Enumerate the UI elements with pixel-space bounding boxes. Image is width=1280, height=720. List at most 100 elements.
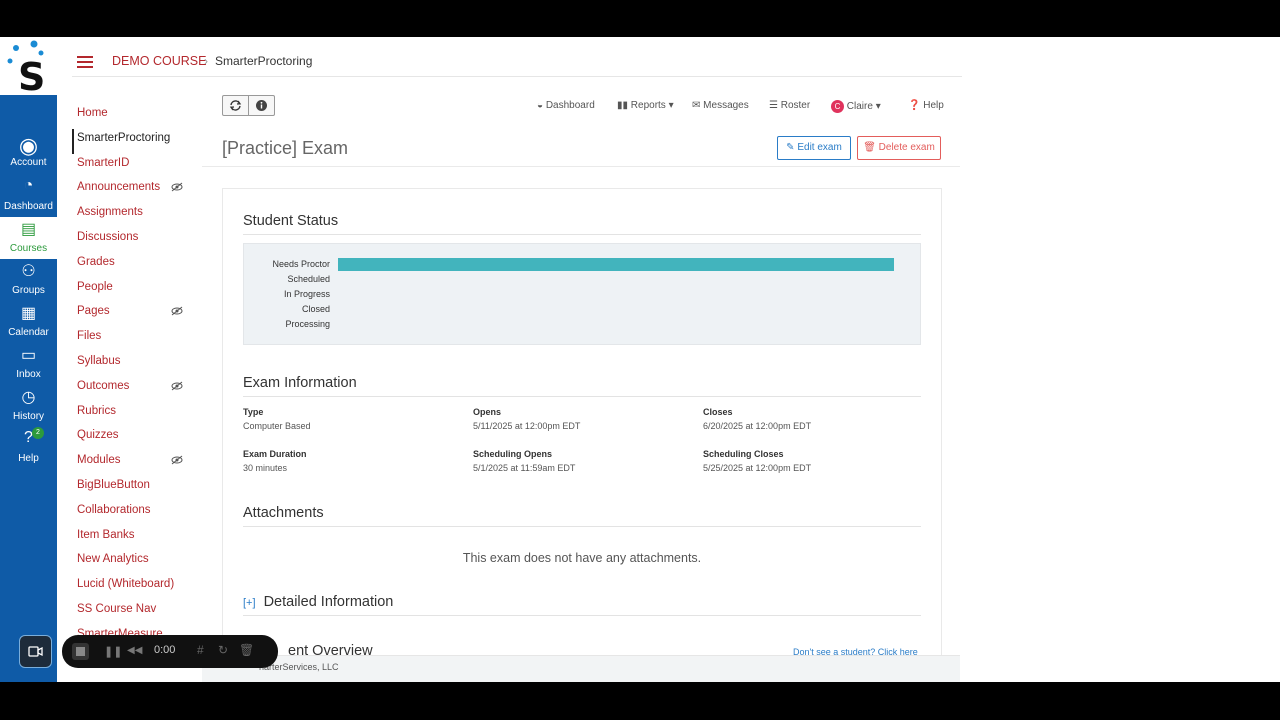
delete-recording-icon[interactable]: 🗑 <box>239 643 254 657</box>
edit-exam-button[interactable]: ✎ Edit exam <box>777 136 851 160</box>
breadcrumb: DEMO COURSE › SmarterProctoring <box>72 47 962 77</box>
user-avatar: C <box>831 100 844 113</box>
course-nav-quizzes[interactable]: Quizzes <box>72 426 202 451</box>
dashboard-icon: ◔ <box>23 177 34 194</box>
main-content: ◒ Dashboard ▮▮ Reports ▾ ✉ Messages ☰ Ro… <box>202 82 962 682</box>
toolbar-help-link[interactable]: ❓ Help <box>908 100 944 111</box>
stop-icon[interactable] <box>72 643 89 660</box>
breadcrumb-separator-icon: › <box>204 54 208 68</box>
canvas-frame: S ◉ Account ◔ Dashboard ▤ Courses ⚇ Groups ▦ Cale… <box>0 37 1280 682</box>
toolbar-messages-link[interactable]: ✉ Messages <box>692 100 749 111</box>
global-nav-courses[interactable]: ▤ Courses <box>0 217 57 259</box>
attachments-empty-message: This exam does not have any attachments. <box>462 551 702 565</box>
course-nav-smarterid[interactable]: SmarterID <box>72 154 202 179</box>
envelope-icon: ✉ <box>692 100 701 111</box>
student-status-heading: Student Status <box>243 213 921 235</box>
eye-slash-icon <box>171 304 183 322</box>
svg-text:S: S <box>18 55 45 95</box>
exam-title: [Practice] Exam <box>222 138 349 158</box>
course-nav-discussions[interactable]: Discussions <box>72 228 202 253</box>
eye-slash-icon <box>171 180 183 198</box>
info-value: 30 minutes <box>243 463 288 473</box>
recorder-time: 0:00 <box>154 644 176 656</box>
course-nav-rubrics[interactable]: Rubrics <box>72 402 202 427</box>
course-nav-bigbluebutton[interactable]: BigBlueButton <box>72 476 202 501</box>
history-icon: ◷ <box>21 389 36 406</box>
calendar-icon: ▦ <box>20 305 37 322</box>
account-icon: ◉ <box>18 133 39 158</box>
courses-icon: ▤ <box>20 221 37 238</box>
toolbar-reports-dropdown[interactable]: ▮▮ Reports ▾ <box>617 100 674 111</box>
trash-icon: 🗑 <box>863 142 876 153</box>
info-label: Exam Duration <box>243 449 307 459</box>
global-nav-groups[interactable]: ⚇ Groups <box>0 259 57 301</box>
grid-icon[interactable]: # <box>197 643 204 657</box>
detailed-information-heading[interactable]: [+] Detailed Information <box>243 594 921 616</box>
course-nav-lucid-whiteboard[interactable]: Lucid (Whiteboard) <box>72 575 202 600</box>
exam-information-heading: Exam Information <box>243 375 921 397</box>
course-nav-assignments[interactable]: Assignments <box>72 203 202 228</box>
recorder-toolbar: ❚❚ ◀◀ 0:00 # ↻ 🗑 <box>62 635 278 668</box>
inbox-icon: ▭ <box>20 347 37 364</box>
course-nav-ss-course-nav[interactable]: SS Course Nav <box>72 600 202 625</box>
breadcrumb-course-link[interactable]: DEMO COURSE <box>112 54 206 68</box>
course-nav-modules[interactable]: Modules <box>72 451 202 476</box>
info-value: 5/25/2025 at 12:00pm EDT <box>703 463 812 473</box>
info-button[interactable] <box>248 95 275 116</box>
question-circle-icon: ❓ <box>908 100 921 111</box>
global-nav-help[interactable]: ? Help 2 <box>0 427 57 469</box>
expand-toggle[interactable]: [+] <box>243 597 256 609</box>
course-nav-people[interactable]: People <box>72 278 202 303</box>
status-label: Needs Proctor <box>272 259 330 269</box>
info-label: Opens <box>473 407 502 417</box>
hamburger-menu-icon[interactable] <box>77 55 93 68</box>
video-camera-icon <box>28 646 43 657</box>
course-nav-collaborations[interactable]: Collaborations <box>72 501 202 526</box>
global-nav-inbox[interactable]: ▭ Inbox <box>0 343 57 385</box>
status-bar <box>338 258 894 271</box>
course-nav-syllabus[interactable]: Syllabus <box>72 352 202 377</box>
header-divider <box>202 166 960 167</box>
recorder-camera-button[interactable] <box>19 635 52 668</box>
groups-icon: ⚇ <box>21 263 36 280</box>
help-badge: 2 <box>32 427 44 439</box>
course-nav-smarterproctoring[interactable]: SmarterProctoring <box>72 128 202 154</box>
course-nav-new-analytics[interactable]: New Analytics <box>72 550 202 575</box>
course-nav-item-banks[interactable]: Item Banks <box>72 526 202 551</box>
status-label: Closed <box>301 304 330 314</box>
attachments-heading: Attachments <box>243 505 921 527</box>
global-nav-history[interactable]: ◷ History <box>0 385 57 427</box>
course-nav-pages[interactable]: Pages <box>72 302 202 327</box>
smarter-logo-icon: S <box>7 40 45 99</box>
toolbar-roster-link[interactable]: ☰ Roster <box>769 100 810 111</box>
bar-chart-icon: ▮▮ <box>617 100 629 111</box>
caret-down-icon: ▾ <box>875 101 881 112</box>
refresh-button[interactable] <box>222 95 249 116</box>
global-nav-account[interactable]: ◉ Account <box>0 131 57 173</box>
rewind-icon[interactable]: ◀◀ <box>127 645 142 656</box>
info-value: 5/11/2025 at 12:00pm EDT <box>473 421 581 431</box>
user-menu-dropdown[interactable]: C Claire ▾ <box>831 100 881 113</box>
student-status-chart: Needs Proctor Scheduled In Progress Closed P… <box>243 243 921 345</box>
delete-exam-button[interactable]: 🗑 Delete exam <box>857 136 941 160</box>
global-nav-dashboard[interactable]: ◔ Dashboard <box>0 175 57 217</box>
course-nav-announcements[interactable]: Announcements <box>72 178 202 203</box>
info-value: 6/20/2025 at 12:00pm EDT <box>703 421 812 431</box>
footer: harterServices, LLC <box>202 655 960 682</box>
help-icon: ? <box>24 429 33 446</box>
eye-slash-icon <box>171 453 183 471</box>
restart-icon[interactable]: ↻ <box>218 643 228 657</box>
info-label: Closes <box>703 407 733 417</box>
course-nav-files[interactable]: Files <box>72 327 202 352</box>
course-nav-home[interactable]: Home <box>72 104 202 129</box>
toolbar-dashboard-link[interactable]: ◒ Dashboard <box>537 100 595 111</box>
list-icon: ☰ <box>769 100 778 111</box>
status-label: Processing <box>285 319 330 329</box>
dashboard-icon: ◒ <box>537 100 544 111</box>
course-nav-grades[interactable]: Grades <box>72 253 202 278</box>
course-nav-outcomes[interactable]: Outcomes <box>72 377 202 402</box>
global-nav-calendar[interactable]: ▦ Calendar <box>0 301 57 343</box>
pause-icon[interactable]: ❚❚ <box>104 645 122 658</box>
institution-logo[interactable]: S <box>0 37 57 99</box>
info-icon <box>256 100 267 111</box>
